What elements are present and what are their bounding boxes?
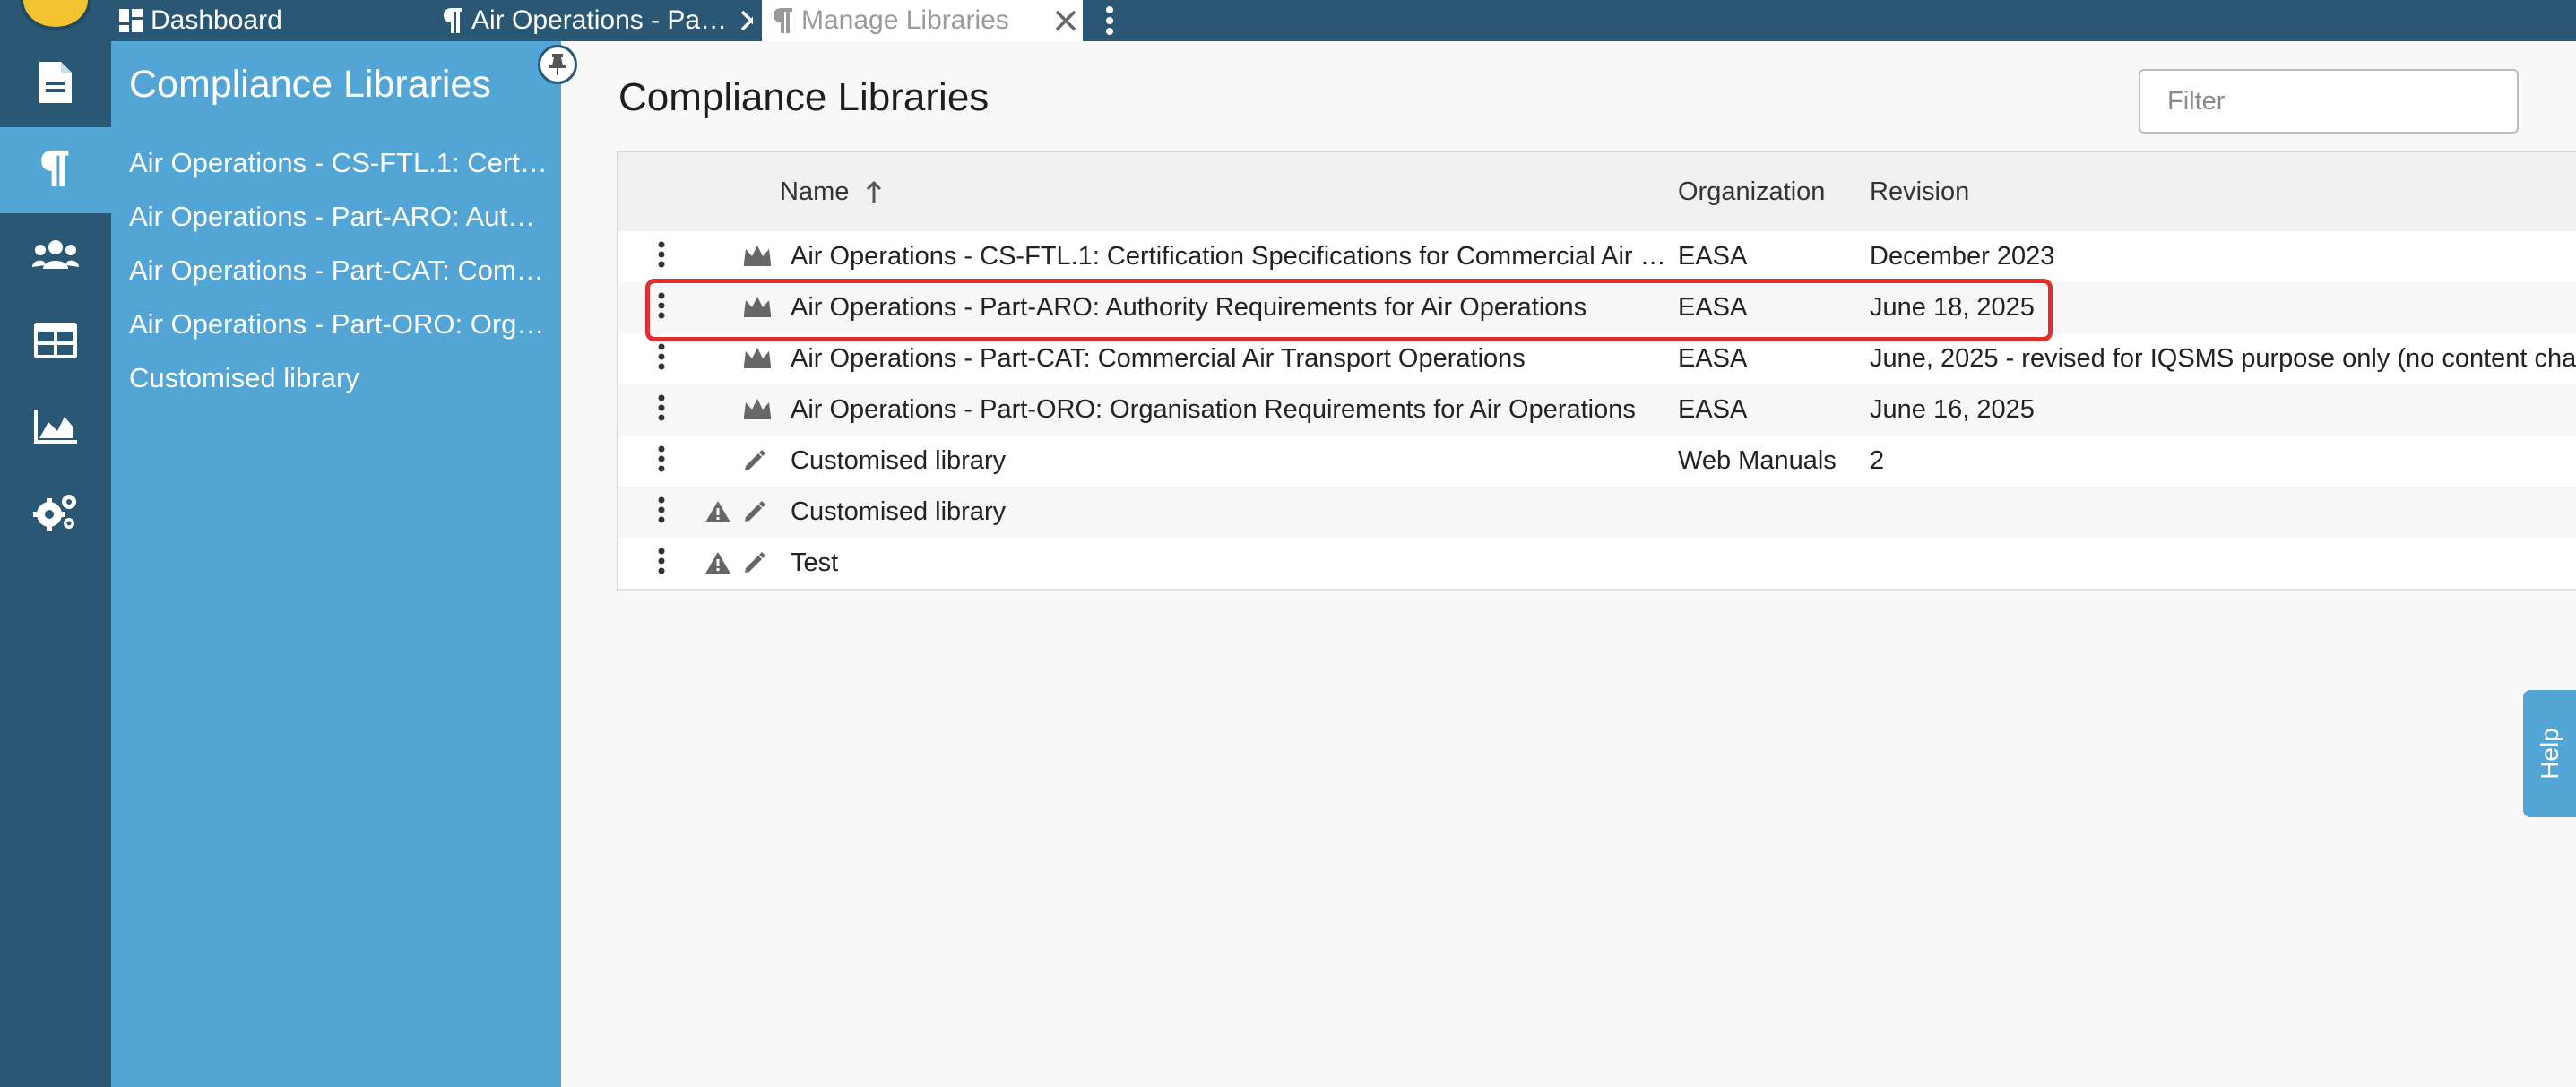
table-row[interactable]: Test <box>618 538 2576 591</box>
paragraph-icon <box>443 6 464 35</box>
filter-input[interactable] <box>2139 69 2519 134</box>
nav-settings[interactable] <box>0 471 111 557</box>
sidebar-item-part-aro[interactable]: Air Operations - Part-ARO: Auth… <box>129 201 550 233</box>
row-menu-icon[interactable] <box>654 240 669 271</box>
row-revision: June, 2025 - revised for IQSMS purpose o… <box>1870 344 2576 373</box>
row-revision: June 16, 2025 <box>1870 395 2035 424</box>
warning-icon <box>705 499 731 529</box>
paragraph-icon <box>773 6 794 35</box>
page-title: Compliance Libraries <box>618 75 990 119</box>
dashboard-icon <box>118 8 143 33</box>
row-organization: EASA <box>1678 344 1748 373</box>
main-navigation <box>0 41 111 1087</box>
column-header-revision[interactable]: Revision <box>1870 177 1969 207</box>
pencil-icon <box>742 499 767 529</box>
libraries-table: Name Organization Revision Air Operation… <box>617 151 2576 591</box>
row-organization: EASA <box>1678 395 1748 424</box>
nav-compliance-libraries[interactable] <box>0 127 111 213</box>
users-icon <box>32 238 79 275</box>
nav-users[interactable] <box>0 213 111 299</box>
compliance-sidebar: Compliance Libraries Air Operations - CS… <box>111 41 577 1087</box>
tab-label: Dashboard <box>151 5 282 35</box>
close-icon[interactable] <box>739 9 753 32</box>
sort-ascending-icon <box>865 181 883 204</box>
table-icon <box>34 322 77 363</box>
help-label: Help <box>2535 728 2563 780</box>
row-organization: EASA <box>1678 242 1748 271</box>
column-header-label: Name <box>780 177 850 206</box>
help-button[interactable]: Help <box>2523 690 2576 817</box>
sidebar-item-cs-ftl[interactable]: Air Operations - CS-FTL.1: Certifi… <box>129 147 550 179</box>
highlight-annotation <box>645 279 2053 341</box>
row-name: Air Operations - Part-ORO: Organisation … <box>791 395 1636 424</box>
tab-dashboard[interactable]: Dashboard <box>118 0 282 41</box>
nav-analytics[interactable] <box>0 385 111 471</box>
top-tab-bar: Dashboard Air Operations - Pa… Manage Li… <box>0 0 2576 41</box>
warning-icon <box>705 550 731 580</box>
nav-tables[interactable] <box>0 299 111 385</box>
row-menu-icon[interactable] <box>654 547 669 577</box>
paragraph-icon <box>39 148 72 194</box>
close-icon[interactable] <box>1054 9 1077 32</box>
row-menu-icon[interactable] <box>654 342 669 373</box>
column-header-organization[interactable]: Organization <box>1678 177 1825 207</box>
crown-icon <box>742 244 773 272</box>
row-menu-icon[interactable] <box>654 444 669 475</box>
tab-label: Air Operations - Pa… <box>471 5 728 35</box>
row-name: Test <box>791 548 839 577</box>
tab-label: Manage Libraries <box>801 5 1009 35</box>
table-row[interactable]: Air Operations - CS-FTL.1: Certification… <box>618 231 2576 284</box>
crown-icon <box>742 346 773 374</box>
area-chart-icon <box>34 409 77 448</box>
pencil-icon <box>742 550 767 580</box>
more-tabs-icon[interactable] <box>1104 0 1115 41</box>
crown-icon <box>742 397 773 425</box>
row-name: Air Operations - Part-CAT: Commercial Ai… <box>791 344 1526 373</box>
row-menu-icon[interactable] <box>654 496 669 526</box>
row-revision: 2 <box>1870 446 1885 475</box>
sidebar-item-part-cat[interactable]: Air Operations - Part-CAT: Com… <box>129 254 550 287</box>
row-organization: Web Manuals <box>1678 446 1837 475</box>
nav-documents[interactable] <box>0 41 111 127</box>
column-header-name[interactable]: Name <box>780 177 883 207</box>
row-name: Customised library <box>791 497 1007 526</box>
table-header: Name Organization Revision <box>618 152 2576 233</box>
row-name: Customised library <box>791 446 1007 475</box>
app-logo[interactable] <box>20 0 91 30</box>
sidebar-item-part-oro[interactable]: Air Operations - Part-ORO: Orga… <box>129 308 550 341</box>
tab-manage-libraries[interactable]: Manage Libraries <box>762 0 1083 41</box>
document-icon <box>38 60 73 109</box>
row-name: Air Operations - CS-FTL.1: Certification… <box>791 242 1666 271</box>
row-revision: December 2023 <box>1870 242 2055 271</box>
pencil-icon <box>742 448 767 478</box>
settings-gears-icon <box>33 493 78 537</box>
sidebar-title: Compliance Libraries <box>129 63 491 106</box>
sidebar-item-customised-library[interactable]: Customised library <box>129 362 550 394</box>
table-row[interactable]: Air Operations - Part-ORO: Organisation … <box>618 384 2576 437</box>
table-row[interactable]: Customised library <box>618 487 2576 539</box>
table-row[interactable]: Customised library Web Manuals 2 <box>618 436 2576 488</box>
pin-icon[interactable] <box>538 45 577 84</box>
tab-air-operations[interactable]: Air Operations - Pa… <box>443 0 753 41</box>
row-menu-icon[interactable] <box>654 393 669 424</box>
